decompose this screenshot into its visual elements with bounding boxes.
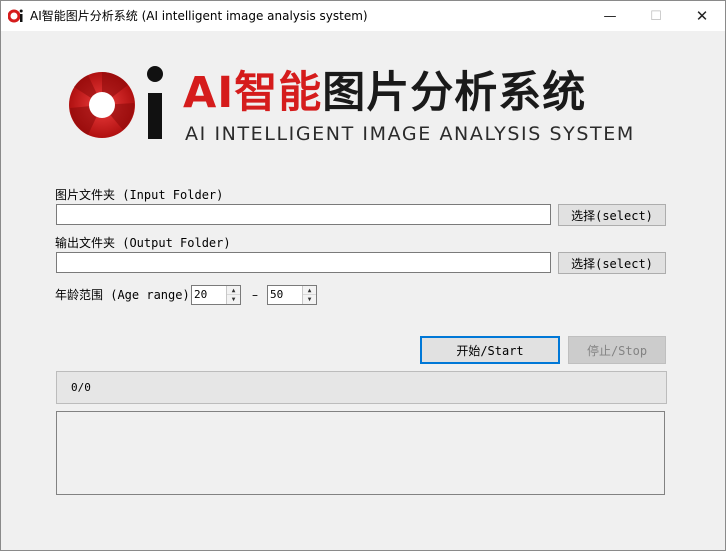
progress-bar: 0/0 bbox=[56, 371, 667, 404]
output-folder-label: 输出文件夹 (Output Folder) bbox=[55, 236, 231, 250]
spin-down-icon[interactable]: ▼ bbox=[303, 295, 316, 304]
output-folder-field[interactable] bbox=[56, 252, 551, 273]
input-folder-select-button[interactable]: 选择(select) bbox=[558, 204, 666, 226]
close-button[interactable]: ✕ bbox=[679, 1, 725, 31]
age-range-label: 年龄范围 (Age range) bbox=[55, 288, 190, 302]
stop-button[interactable]: 停止/Stop bbox=[568, 336, 666, 364]
spin-up-icon[interactable]: ▲ bbox=[227, 286, 240, 295]
spin-down-icon[interactable]: ▼ bbox=[227, 295, 240, 304]
start-button[interactable]: 开始/Start bbox=[420, 336, 560, 364]
brand-title-dark: 图片分析系统 bbox=[322, 68, 587, 118]
spin-up-icon[interactable]: ▲ bbox=[303, 286, 316, 295]
progress-text: 0/0 bbox=[71, 381, 91, 394]
age-max-spinbox[interactable]: 50 ▲ ▼ bbox=[267, 285, 317, 305]
brand-logo-icon bbox=[69, 66, 163, 139]
brand-subtitle: AI INTELLIGENT IMAGE ANALYSIS SYSTEM bbox=[185, 123, 635, 145]
window-title: AI智能图片分析系统 (AI intelligent image analysi… bbox=[30, 9, 368, 23]
brand-title: AI智能图片分析系统 bbox=[183, 67, 586, 119]
input-folder-field[interactable] bbox=[56, 204, 551, 225]
log-output-box[interactable] bbox=[56, 411, 665, 495]
age-min-spinbox[interactable]: 20 ▲ ▼ bbox=[191, 285, 241, 305]
minimize-button[interactable]: — bbox=[587, 1, 633, 31]
age-range-separator: – bbox=[252, 288, 258, 302]
age-max-value[interactable]: 50 bbox=[270, 288, 283, 301]
age-max-arrows: ▲ ▼ bbox=[302, 286, 316, 304]
age-min-arrows: ▲ ▼ bbox=[226, 286, 240, 304]
brand-title-red: AI智能 bbox=[183, 68, 323, 118]
age-min-value[interactable]: 20 bbox=[194, 288, 207, 301]
output-folder-select-button[interactable]: 选择(select) bbox=[558, 252, 666, 274]
maximize-button[interactable]: ☐ bbox=[633, 1, 679, 31]
app-logo-icon bbox=[8, 9, 23, 23]
input-folder-label: 图片文件夹 (Input Folder) bbox=[55, 188, 224, 202]
app-window: AI智能图片分析系统 (AI intelligent image analysi… bbox=[0, 0, 726, 551]
title-bar: AI智能图片分析系统 (AI intelligent image analysi… bbox=[1, 1, 725, 31]
